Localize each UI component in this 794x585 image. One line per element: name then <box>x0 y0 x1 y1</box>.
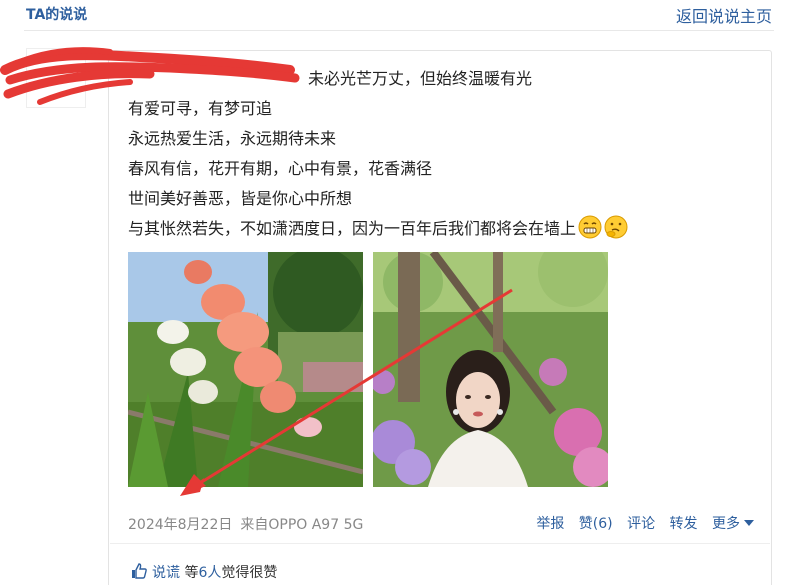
likes-count-link[interactable]: 6人 <box>198 565 221 581</box>
post-meta: 2024年8月22日 来自OPPO A97 5G <box>128 514 371 534</box>
report-button[interactable]: 举报 <box>536 516 564 532</box>
chevron-down-icon <box>744 520 754 526</box>
post-line: 未必光芒万丈，但始终温暖有光 <box>308 69 533 88</box>
post-actions: 举报 赞(6) 评论 转发 更多 <box>526 513 754 533</box>
likes-suffix: 觉得很赞 <box>221 565 278 581</box>
gladiolus-flowers-photo[interactable] <box>128 252 363 487</box>
page-title: TA的说说 <box>26 7 88 23</box>
back-to-home-link[interactable]: 返回说说主页 <box>676 3 772 27</box>
like-button[interactable]: 赞(6) <box>579 516 613 532</box>
likes-summary: 说谎 等6人觉得很赞 <box>130 562 277 582</box>
likes-divider <box>110 543 770 544</box>
post-line: 有爱可寻，有梦可追 <box>128 99 273 118</box>
post-text: 未必光芒万丈，但始终温暖有光 有爱可寻，有梦可追 永远热爱生活，永远期待未来 春… <box>128 64 688 244</box>
woman-in-garden-photo[interactable] <box>373 252 608 487</box>
likes-middle: 等 <box>184 565 199 581</box>
thinking-emoji-icon <box>604 215 628 239</box>
forward-button[interactable]: 转发 <box>670 516 698 532</box>
comment-button[interactable]: 评论 <box>627 516 655 532</box>
header-divider <box>24 30 774 31</box>
post-source: 来自OPPO A97 5G <box>240 517 364 533</box>
post-line-text: 与其怅然若失，不如潇洒度日，因为一百年后我们都将会在墙上 <box>128 219 577 238</box>
post-line: 永远热爱生活，永远期待未来 <box>128 129 337 148</box>
post-line: 与其怅然若失，不如潇洒度日，因为一百年后我们都将会在墙上 <box>128 214 688 244</box>
post-line: 春风有信，花开有期，心中有景，花香满径 <box>128 159 433 178</box>
more-button[interactable]: 更多 <box>712 516 754 532</box>
thumbs-up-icon <box>132 563 147 579</box>
more-label: 更多 <box>712 516 740 532</box>
post-date: 2024年8月22日 <box>128 517 233 533</box>
page-header: TA的说说 返回说说主页 <box>0 0 794 31</box>
grin-emoji-icon <box>578 215 602 239</box>
post-line: 世间美好善恶，皆是你心中所想 <box>128 189 353 208</box>
liker-name-link[interactable]: 说谎 <box>152 565 180 581</box>
